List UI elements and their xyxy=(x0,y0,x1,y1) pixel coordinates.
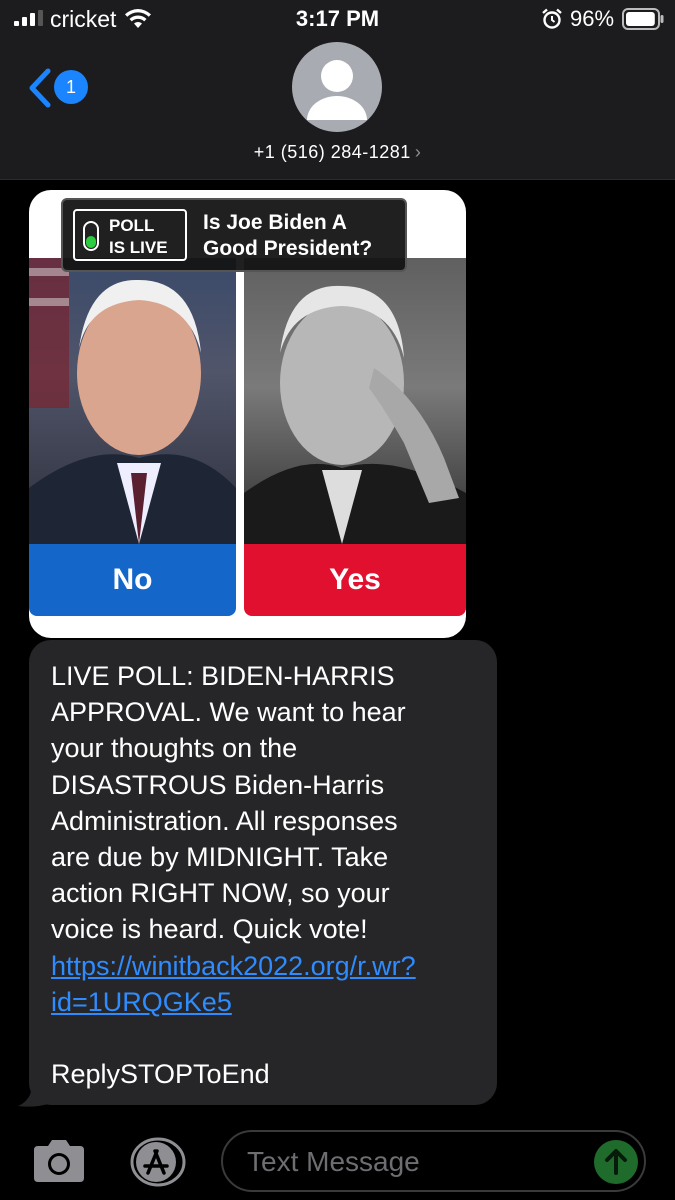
status-bar: cricket 3:17 PM 96% xyxy=(0,0,675,40)
message-line: voice is heard. Quick vote! xyxy=(51,914,368,945)
person-icon xyxy=(307,60,367,120)
send-button[interactable] xyxy=(594,1140,638,1184)
toggle-on-icon xyxy=(83,221,99,251)
message-line: DISASTROUS Biden-Harris xyxy=(51,769,385,800)
battery-percentage: 96% xyxy=(570,6,615,31)
poll-banner: POLL IS LIVE Is Joe Biden A Good Preside… xyxy=(61,198,407,272)
message-line: are due by MIDNIGHT. Take xyxy=(51,842,389,873)
conversation-header: 1 +1 (516) 284-1281 › xyxy=(0,40,675,180)
poll-question: Is Joe Biden A Good President? xyxy=(203,210,372,262)
vote-no-button[interactable]: No xyxy=(29,544,236,616)
portrait-illustration-right xyxy=(244,285,466,544)
alarm-clock-icon xyxy=(542,8,562,29)
message-link-continued[interactable]: id=1URQGKe5 xyxy=(51,984,475,1020)
app-store-icon[interactable] xyxy=(126,1137,190,1187)
bubble-tail xyxy=(18,1084,48,1107)
incoming-message-bubble[interactable]: LIVE POLL: BIDEN-HARRIS APPROVAL. We wan… xyxy=(29,640,497,1105)
battery-icon xyxy=(622,8,664,30)
message-line: action RIGHT NOW, so your xyxy=(51,878,390,909)
contact-number[interactable]: +1 (516) 284-1281 › xyxy=(0,142,675,163)
portrait-illustration-left xyxy=(29,258,236,544)
send-arrow-icon xyxy=(605,1149,627,1175)
chevron-left-icon xyxy=(29,68,51,108)
poll-image-attachment[interactable]: No Yes POLL IS LIVE Is Joe Biden A Good … xyxy=(29,190,466,638)
poll-question-line1: Is Joe Biden A xyxy=(203,211,347,234)
message-input-placeholder: Text Message xyxy=(247,1146,420,1177)
message-line: LIVE POLL: BIDEN-HARRIS xyxy=(51,661,395,691)
vote-yes-button[interactable]: Yes xyxy=(244,544,466,616)
poll-live-indicator: POLL IS LIVE xyxy=(73,209,187,261)
message-line: APPROVAL. We want to hear xyxy=(51,697,406,728)
message-footer: ReplySTOPToEnd xyxy=(51,1059,270,1090)
back-button[interactable]: 1 xyxy=(28,68,98,108)
portrait-photo-left xyxy=(29,258,236,544)
portrait-photo-right xyxy=(244,258,466,544)
unread-count-badge: 1 xyxy=(54,70,88,104)
poll-live-label: POLL IS LIVE xyxy=(109,215,168,259)
message-line: Administration. All responses xyxy=(51,805,398,836)
poll-question-line2: Good President? xyxy=(203,237,373,260)
contact-avatar[interactable] xyxy=(292,42,382,132)
message-link[interactable]: https://winitback2022.org/r.wr? xyxy=(51,948,475,984)
poll-live-label-line1: POLL xyxy=(109,216,155,235)
camera-icon[interactable] xyxy=(30,1138,88,1184)
message-line: your thoughts on the xyxy=(51,733,298,764)
contact-number-text: +1 (516) 284-1281 xyxy=(253,142,411,162)
poll-live-label-line2: IS LIVE xyxy=(109,238,168,257)
message-input[interactable]: Text Message xyxy=(221,1130,646,1192)
chevron-right-icon: › xyxy=(414,142,422,162)
